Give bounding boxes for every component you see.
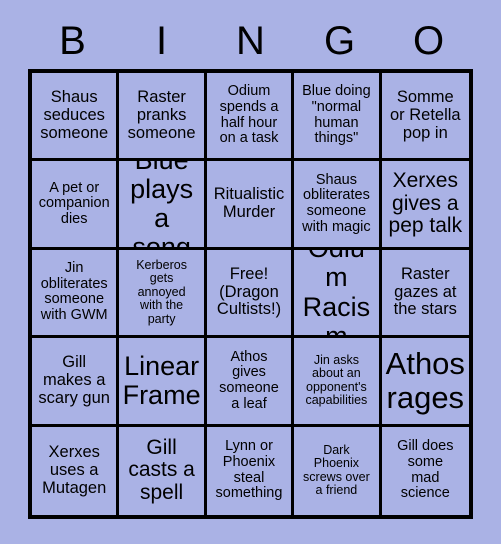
bingo-cell-o3[interactable]: Raster gazes at the stars [381, 249, 469, 339]
bingo-cell-label: Raster pranks someone [127, 87, 196, 142]
bingo-cell-label: A pet or companion dies [38, 179, 110, 227]
bingo-cell-n4[interactable]: Athos gives someone a leaf [206, 338, 295, 427]
bingo-cell-b5[interactable]: Xerxes uses a Mutagen [32, 426, 120, 515]
bingo-header-letter-g: G [323, 19, 356, 63]
bingo-cell-o1[interactable]: Somme or Retella pop in [381, 73, 469, 162]
bingo-cell-i5[interactable]: Gill casts a spell [119, 426, 207, 515]
bingo-cell-n5[interactable]: Lynn or Phoenix steal something [206, 426, 295, 515]
bingo-cell-label: Odium Racism [302, 250, 371, 339]
bingo-cell-g5[interactable]: Dark Phoenix screws over a friend [294, 426, 382, 515]
bingo-cell-label: Xerxes uses a Mutagen [42, 443, 107, 497]
bingo-grid: Shaus seduces someone Raster pranks some… [28, 69, 473, 519]
bingo-cell-label: Free! (Dragon Cultists!) [216, 264, 282, 319]
bingo-cell-label: Jin asks about an opponent's capabilitie… [305, 352, 368, 408]
bingo-cell-label: Shaus seduces someone [40, 87, 109, 142]
bingo-cell-g3[interactable]: Odium Racism [294, 249, 382, 339]
bingo-cell-label: Ritualistic Murder [213, 185, 285, 222]
bingo-cell-i1[interactable]: Raster pranks someone [119, 73, 207, 162]
bingo-cell-b4[interactable]: Gill makes a scary gun [32, 338, 120, 427]
bingo-cell-label: Gill makes a scary gun [38, 353, 110, 407]
bingo-cell-n1[interactable]: Odium spends a half hour on a task [206, 73, 295, 162]
bingo-cell-label: Odium spends a half hour on a task [219, 83, 279, 147]
bingo-cell-o5[interactable]: Gill does some mad science [381, 426, 469, 515]
bingo-cell-label: Linear Frame [122, 350, 201, 410]
bingo-cell-label: Gill does some mad science [397, 438, 454, 502]
bingo-cell-i3[interactable]: Kerberos gets annoyed with the party [119, 249, 207, 339]
bingo-cell-label: Dark Phoenix screws over a friend [303, 442, 370, 498]
bingo-cell-n2[interactable]: Ritualistic Murder [206, 161, 295, 250]
bingo-cell-free-space[interactable]: Free! (Dragon Cultists!) [206, 249, 295, 339]
bingo-cell-label: Blue plays a song [130, 161, 194, 250]
bingo-cell-i4[interactable]: Linear Frame [119, 338, 207, 427]
bingo-cell-label: Jin obliterates someone with GWM [40, 260, 108, 324]
bingo-header-row: B I N G O [28, 14, 473, 68]
bingo-cell-label: Somme or Retella pop in [389, 87, 461, 142]
bingo-cell-g1[interactable]: Blue doing "normal human things" [294, 73, 382, 162]
bingo-cell-o2[interactable]: Xerxes gives a pep talk [381, 161, 469, 250]
bingo-cell-i2[interactable]: Blue plays a song [119, 161, 207, 250]
bingo-cell-b1[interactable]: Shaus seduces someone [32, 73, 120, 162]
bingo-cell-o4[interactable]: Athos rages [381, 338, 469, 427]
bingo-card: B I N G O Shaus seduces someone Raster p… [0, 0, 501, 544]
bingo-header-letter-i: I [155, 19, 168, 63]
bingo-header-letter-o: O [412, 19, 445, 63]
bingo-cell-label: Blue doing "normal human things" [302, 83, 371, 147]
bingo-cell-b3[interactable]: Jin obliterates someone with GWM [32, 249, 120, 339]
bingo-cell-label: Kerberos gets annoyed with the party [136, 257, 187, 326]
bingo-cell-label: Athos gives someone a leaf [219, 348, 279, 412]
bingo-cell-label: Shaus obliterates someone with magic [302, 171, 371, 235]
bingo-header-letter-b: B [59, 19, 86, 63]
bingo-cell-label: Xerxes gives a pep talk [388, 169, 463, 238]
bingo-cell-g2[interactable]: Shaus obliterates someone with magic [294, 161, 382, 250]
bingo-cell-label: Athos rages [385, 346, 465, 415]
bingo-header-letter-n: N [236, 19, 265, 63]
bingo-cell-b2[interactable]: A pet or companion dies [32, 161, 120, 250]
bingo-cell-g4[interactable]: Jin asks about an opponent's capabilitie… [294, 338, 382, 427]
bingo-cell-label: Raster gazes at the stars [393, 264, 457, 319]
bingo-cell-label: Lynn or Phoenix steal something [215, 438, 283, 502]
bingo-cell-label: Gill casts a spell [128, 435, 195, 505]
